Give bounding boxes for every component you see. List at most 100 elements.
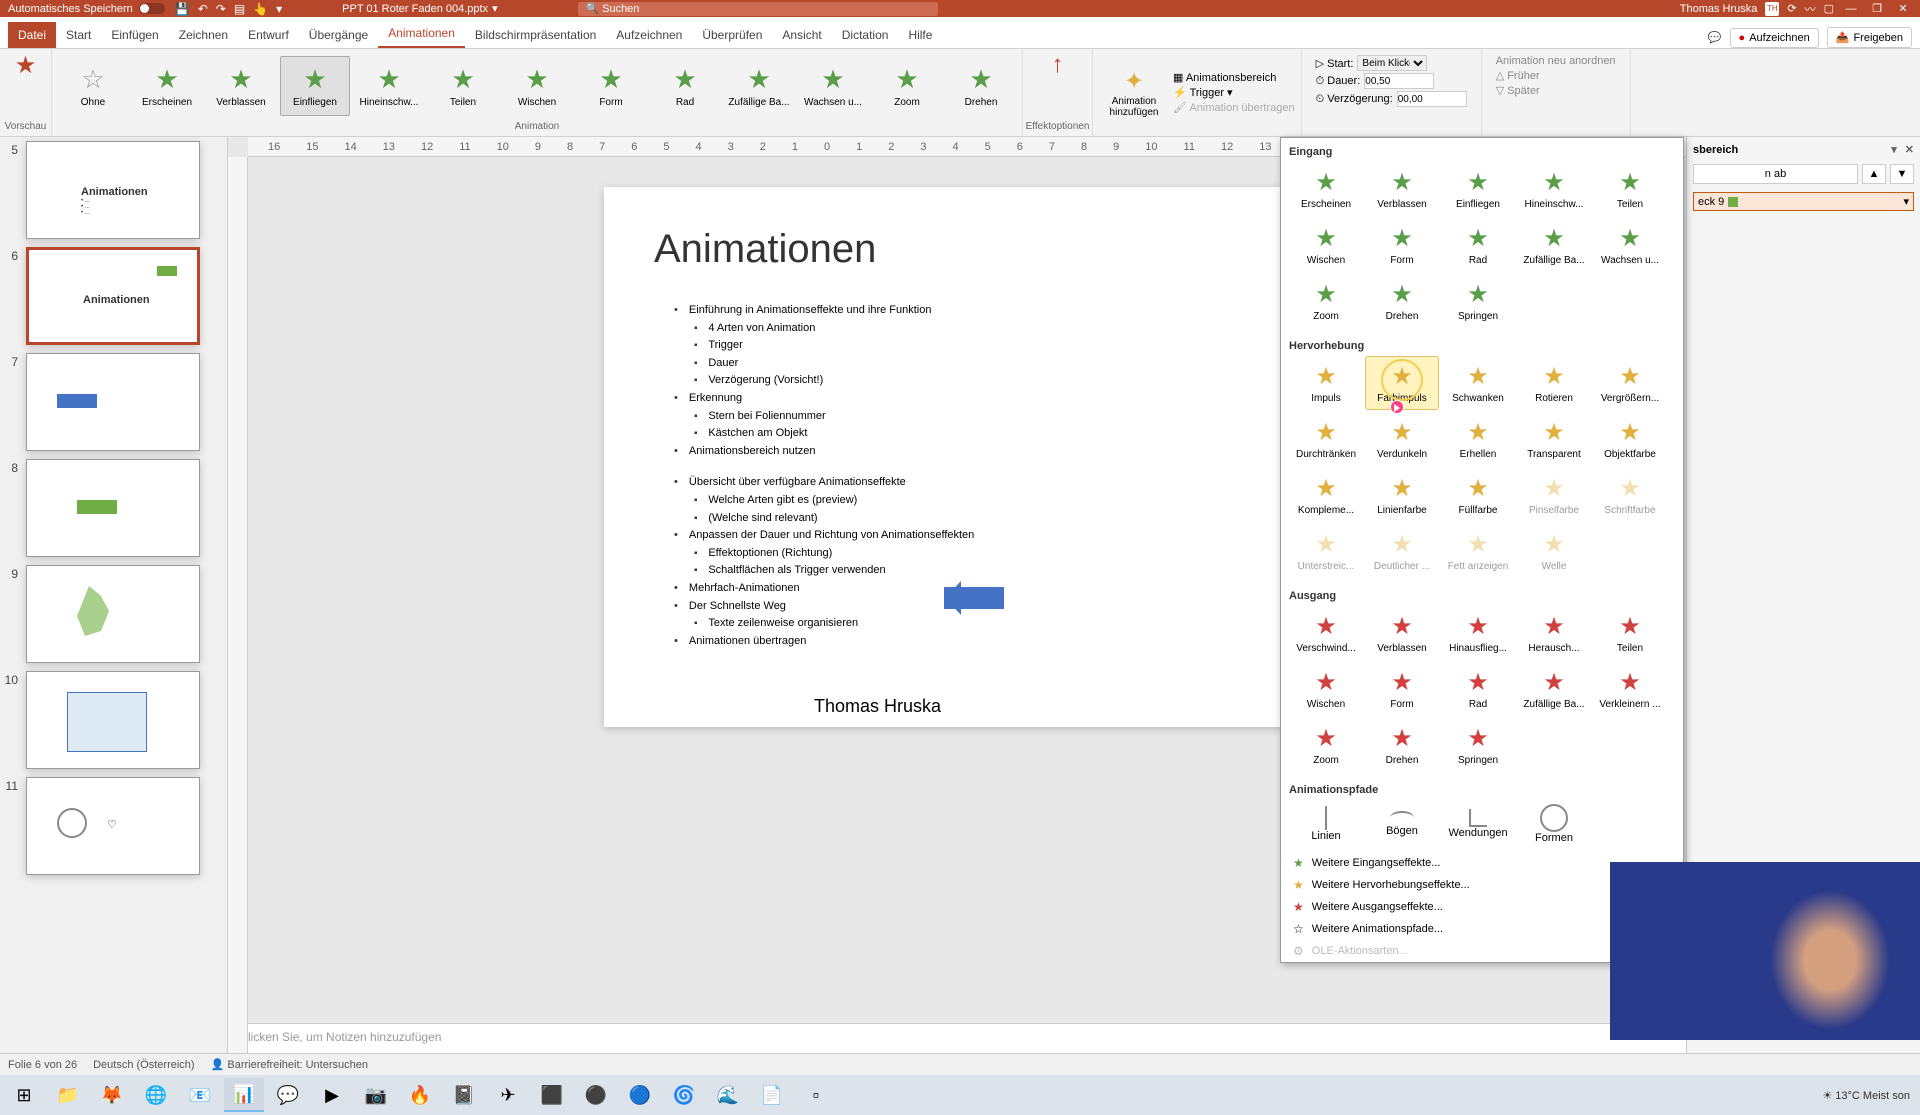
path-linien[interactable]: Linien — [1289, 800, 1363, 848]
effect-verkleinern-[interactable]: ★Verkleinern ... — [1593, 662, 1667, 716]
play-up-button[interactable]: ▲ — [1862, 164, 1886, 184]
effect-springen[interactable]: ★Springen — [1441, 718, 1515, 772]
weather-widget[interactable]: ☀ 13°C Meist son — [1822, 1089, 1910, 1102]
effect-rotieren[interactable]: ★Rotieren — [1517, 356, 1591, 410]
app-icon-1[interactable]: 💬 — [268, 1078, 308, 1112]
telegram-icon[interactable]: ✈ — [488, 1078, 528, 1112]
sync-icon[interactable]: ⟳ — [1787, 2, 1796, 15]
path-wendungen[interactable]: Wendungen — [1441, 800, 1515, 848]
firefox-icon[interactable]: 🦊 — [92, 1078, 132, 1112]
move-later[interactable]: ▽ Später — [1496, 84, 1616, 97]
tab-review[interactable]: Überprüfen — [692, 22, 772, 48]
thumbnail-slide-8[interactable]: 8★ — [2, 459, 225, 557]
effect-wischen[interactable]: ★Wischen — [1289, 218, 1363, 272]
duration-input[interactable] — [1364, 73, 1434, 89]
gallery-item-hineinschw...[interactable]: ★Hineinschw... — [354, 56, 424, 116]
outlook-icon[interactable]: 📧 — [180, 1078, 220, 1112]
powerpoint-icon[interactable]: 📊 — [224, 1078, 264, 1112]
share-button[interactable]: 📤Freigeben — [1827, 27, 1912, 48]
play-from-button[interactable]: n ab — [1693, 164, 1858, 184]
ribbon-mode-icon[interactable]: ▢ — [1824, 2, 1834, 15]
effect-teilen[interactable]: ★Teilen — [1593, 162, 1667, 216]
effect-zuf-llige-ba-[interactable]: ★Zufällige Ba... — [1517, 662, 1591, 716]
effect-durchtr-nken[interactable]: ★Durchtränken — [1289, 412, 1363, 466]
start-button[interactable]: ⊞ — [4, 1078, 44, 1112]
preview-icon[interactable]: ★ — [15, 51, 37, 80]
thumbnail-slide-10[interactable]: 10★ — [2, 671, 225, 769]
effect-transparent[interactable]: ★Transparent — [1517, 412, 1591, 466]
gallery-item-form[interactable]: ★Form — [576, 56, 646, 116]
presentation-icon[interactable]: ▤ — [234, 2, 245, 16]
user-avatar[interactable]: TH — [1765, 2, 1779, 16]
path-formen[interactable]: Formen — [1517, 800, 1591, 848]
tab-design[interactable]: Entwurf — [238, 22, 299, 48]
minimize-icon[interactable]: — — [1842, 3, 1860, 15]
effect-einfliegen[interactable]: ★Einfliegen — [1441, 162, 1515, 216]
tab-file[interactable]: Datei — [8, 22, 56, 48]
user-name[interactable]: Thomas Hruska — [1680, 3, 1758, 15]
effect-verblassen[interactable]: ★Verblassen — [1365, 162, 1439, 216]
thumbnail-slide-7[interactable]: 7★ — [2, 353, 225, 451]
gallery-item-rad[interactable]: ★Rad — [650, 56, 720, 116]
close-icon[interactable]: ✕ — [1894, 2, 1912, 15]
app-icon-2[interactable]: 📷 — [356, 1078, 396, 1112]
animation-pane-button[interactable]: ▦ Animationsbereich — [1173, 71, 1295, 84]
effect-form[interactable]: ★Form — [1365, 218, 1439, 272]
effect-objektfarbe[interactable]: ★Objektfarbe — [1593, 412, 1667, 466]
thumbnail-slide-11[interactable]: 11★♡ — [2, 777, 225, 875]
effect-zoom[interactable]: ★Zoom — [1289, 274, 1363, 328]
effect-kompleme-[interactable]: ★Kompleme... — [1289, 468, 1363, 522]
animation-gallery[interactable]: ☆Ohne★Erscheinen★Verblassen★Einfliegen★H… — [58, 51, 1016, 121]
tab-start[interactable]: Start — [56, 22, 101, 48]
gallery-item-zoom[interactable]: ★Zoom — [872, 56, 942, 116]
effect-herausch-[interactable]: ★Herausch... — [1517, 606, 1591, 660]
file-name[interactable]: PPT 01 Roter Faden 004.pptx▾ — [342, 2, 497, 15]
touch-icon[interactable]: 👆 — [253, 2, 268, 16]
more-icon[interactable]: ▾ — [276, 2, 282, 16]
effect-form[interactable]: ★Form — [1365, 662, 1439, 716]
blue-arrow-shape[interactable] — [944, 587, 1004, 609]
tab-record[interactable]: Aufzeichnen — [606, 22, 692, 48]
effect-drehen[interactable]: ★Drehen — [1365, 274, 1439, 328]
effect-hineinschw-[interactable]: ★Hineinschw... — [1517, 162, 1591, 216]
accessibility-check[interactable]: 👤 Barrierefreiheit: Untersuchen — [211, 1058, 368, 1071]
effect-verblassen[interactable]: ★Verblassen — [1365, 606, 1439, 660]
effect-zoom[interactable]: ★Zoom — [1289, 718, 1363, 772]
effect-options-icon[interactable]: ↑ — [1052, 51, 1064, 79]
effect-erscheinen[interactable]: ★Erscheinen — [1289, 162, 1363, 216]
edge-icon[interactable]: 🌊 — [708, 1078, 748, 1112]
tab-help[interactable]: Hilfe — [898, 22, 942, 48]
add-animation-button[interactable]: ✦ Animation hinzufügen — [1099, 67, 1169, 118]
tab-animations[interactable]: Animationen — [378, 20, 465, 48]
explorer-icon[interactable]: 📁 — [48, 1078, 88, 1112]
pane-dropdown-icon[interactable]: ▾ — [1891, 143, 1897, 156]
effect-wachsen-u-[interactable]: ★Wachsen u... — [1593, 218, 1667, 272]
app-icon-3[interactable]: 🔥 — [400, 1078, 440, 1112]
save-icon[interactable]: 💾 — [175, 2, 190, 16]
draw-icon[interactable]: 〰 — [1805, 1, 1816, 17]
pane-close-icon[interactable]: ✕ — [1905, 143, 1914, 156]
move-earlier[interactable]: △ Früher — [1496, 69, 1616, 82]
effect-drehen[interactable]: ★Drehen — [1365, 718, 1439, 772]
effect-rad[interactable]: ★Rad — [1441, 662, 1515, 716]
thumbnail-slide-9[interactable]: 9★ — [2, 565, 225, 663]
gallery-item-wischen[interactable]: ★Wischen — [502, 56, 572, 116]
effect-schwanken[interactable]: ★Schwanken — [1441, 356, 1515, 410]
trigger-button[interactable]: ⚡ Trigger ▾ — [1173, 86, 1295, 99]
delay-input[interactable] — [1397, 91, 1467, 107]
effect-teilen[interactable]: ★Teilen — [1593, 606, 1667, 660]
effect-wischen[interactable]: ★Wischen — [1289, 662, 1363, 716]
effect-rad[interactable]: ★Rad — [1441, 218, 1515, 272]
tab-slideshow[interactable]: Bildschirmpräsentation — [465, 22, 606, 48]
effect-verdunkeln[interactable]: ★Verdunkeln — [1365, 412, 1439, 466]
language-indicator[interactable]: Deutsch (Österreich) — [93, 1059, 194, 1071]
start-select[interactable]: Beim Klicken — [1357, 55, 1427, 71]
app-icon-4[interactable]: ⬛ — [532, 1078, 572, 1112]
effect-zuf-llige-ba-[interactable]: ★Zufällige Ba... — [1517, 218, 1591, 272]
effect-erhellen[interactable]: ★Erhellen — [1441, 412, 1515, 466]
gallery-item-zufällige ba...[interactable]: ★Zufällige Ba... — [724, 56, 794, 116]
record-button[interactable]: ●Aufzeichnen — [1730, 28, 1819, 48]
vlc-icon[interactable]: ▶ — [312, 1078, 352, 1112]
effect-vergr-ern-[interactable]: ★Vergrößern... — [1593, 356, 1667, 410]
gallery-item-erscheinen[interactable]: ★Erscheinen — [132, 56, 202, 116]
